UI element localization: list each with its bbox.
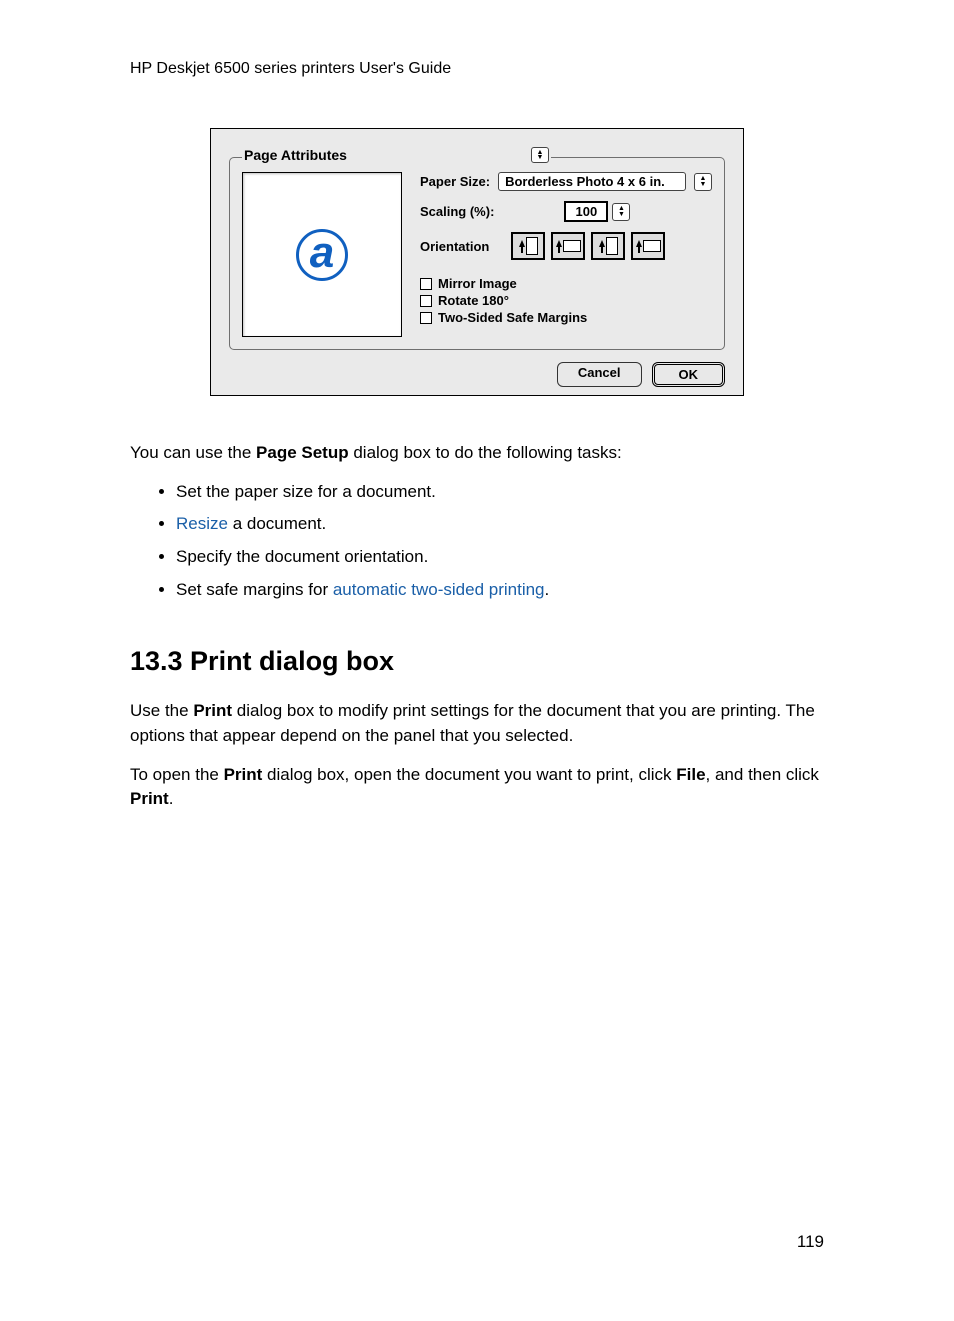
intro-text-post: dialog box to do the following tasks:: [349, 443, 622, 462]
two-sided-printing-link[interactable]: automatic two-sided printing: [333, 580, 545, 599]
mirror-image-checkbox[interactable]: [420, 278, 432, 290]
p2-text: .: [169, 789, 174, 808]
paper-size-value: Borderless Photo 4 x 6 in.: [505, 174, 665, 189]
list-item: Set safe margins for automatic two-sided…: [176, 578, 824, 603]
section-paragraph-2: To open the Print dialog box, open the d…: [130, 763, 824, 812]
page-preview: a: [242, 172, 402, 337]
orientation-portrait-button[interactable]: [511, 232, 545, 260]
orientation-portrait-flipped-button[interactable]: [591, 232, 625, 260]
scaling-stepper-icon[interactable]: ▲▼: [612, 203, 630, 221]
mirror-image-label: Mirror Image: [438, 276, 517, 291]
orientation-landscape-ccw-button[interactable]: [631, 232, 665, 260]
scaling-row: Scaling (%): 100 ▲▼: [420, 201, 712, 222]
paper-size-dropdown[interactable]: Borderless Photo 4 x 6 in.: [498, 172, 686, 191]
list-item: Set the paper size for a document.: [176, 480, 824, 505]
document-header: HP Deskjet 6500 series printers User's G…: [130, 60, 824, 78]
intro-paragraph: You can use the Page Setup dialog box to…: [130, 441, 824, 466]
orientation-row: Orientation: [420, 232, 712, 260]
p2-text: , and then click: [706, 765, 819, 784]
p2-text: dialog box, open the document you want t…: [262, 765, 676, 784]
p2-text: To open the: [130, 765, 224, 784]
scaling-label: Scaling (%):: [420, 204, 494, 219]
intro-text-pre: You can use the: [130, 443, 256, 462]
list-item: Resize a document.: [176, 512, 824, 537]
paper-size-stepper-icon[interactable]: ▲▼: [694, 173, 712, 191]
orientation-label: Orientation: [420, 239, 489, 254]
ok-button[interactable]: OK: [652, 362, 726, 387]
section-heading: 13.3 Print dialog box: [130, 642, 824, 681]
dialog-tab-label: Page Attributes: [244, 145, 351, 165]
list-item-text: a document.: [228, 514, 326, 533]
dialog-tab-selector[interactable]: Page Attributes ▲▼: [242, 145, 551, 165]
page-setup-dialog-screenshot: Page Attributes ▲▼ a Paper Size: Borderl…: [210, 128, 744, 396]
paper-size-row: Paper Size: Borderless Photo 4 x 6 in. ▲…: [420, 172, 712, 191]
rotate-label: Rotate 180°: [438, 293, 509, 308]
paper-size-label: Paper Size:: [420, 174, 490, 189]
preview-at-icon: a: [296, 229, 348, 281]
safe-margins-label: Two-Sided Safe Margins: [438, 310, 587, 325]
task-list: Set the paper size for a document. Resiz…: [130, 480, 824, 603]
page-attributes-fieldset: Page Attributes ▲▼ a Paper Size: Borderl…: [229, 157, 725, 350]
list-item-text: .: [545, 580, 550, 599]
orientation-landscape-cw-button[interactable]: [551, 232, 585, 260]
rotate-checkbox[interactable]: [420, 295, 432, 307]
p2-bold: File: [676, 765, 705, 784]
p2-bold: Print: [224, 765, 263, 784]
safe-margins-checkbox[interactable]: [420, 312, 432, 324]
p1-bold: Print: [193, 701, 232, 720]
p2-bold: Print: [130, 789, 169, 808]
cancel-button[interactable]: Cancel: [557, 362, 642, 387]
section-paragraph-1: Use the Print dialog box to modify print…: [130, 699, 824, 748]
resize-link[interactable]: Resize: [176, 514, 228, 533]
list-item: Specify the document orientation.: [176, 545, 824, 570]
intro-bold: Page Setup: [256, 443, 349, 462]
tab-stepper-icon: ▲▼: [531, 147, 549, 163]
rotate-checkbox-row[interactable]: Rotate 180°: [420, 293, 712, 308]
mirror-image-checkbox-row[interactable]: Mirror Image: [420, 276, 712, 291]
p1-text: Use the: [130, 701, 193, 720]
scaling-input[interactable]: 100: [564, 201, 608, 222]
list-item-text: Set safe margins for: [176, 580, 333, 599]
page-number: 119: [130, 1232, 824, 1252]
p1-text: dialog box to modify print settings for …: [130, 701, 815, 745]
safe-margins-checkbox-row[interactable]: Two-Sided Safe Margins: [420, 310, 712, 325]
